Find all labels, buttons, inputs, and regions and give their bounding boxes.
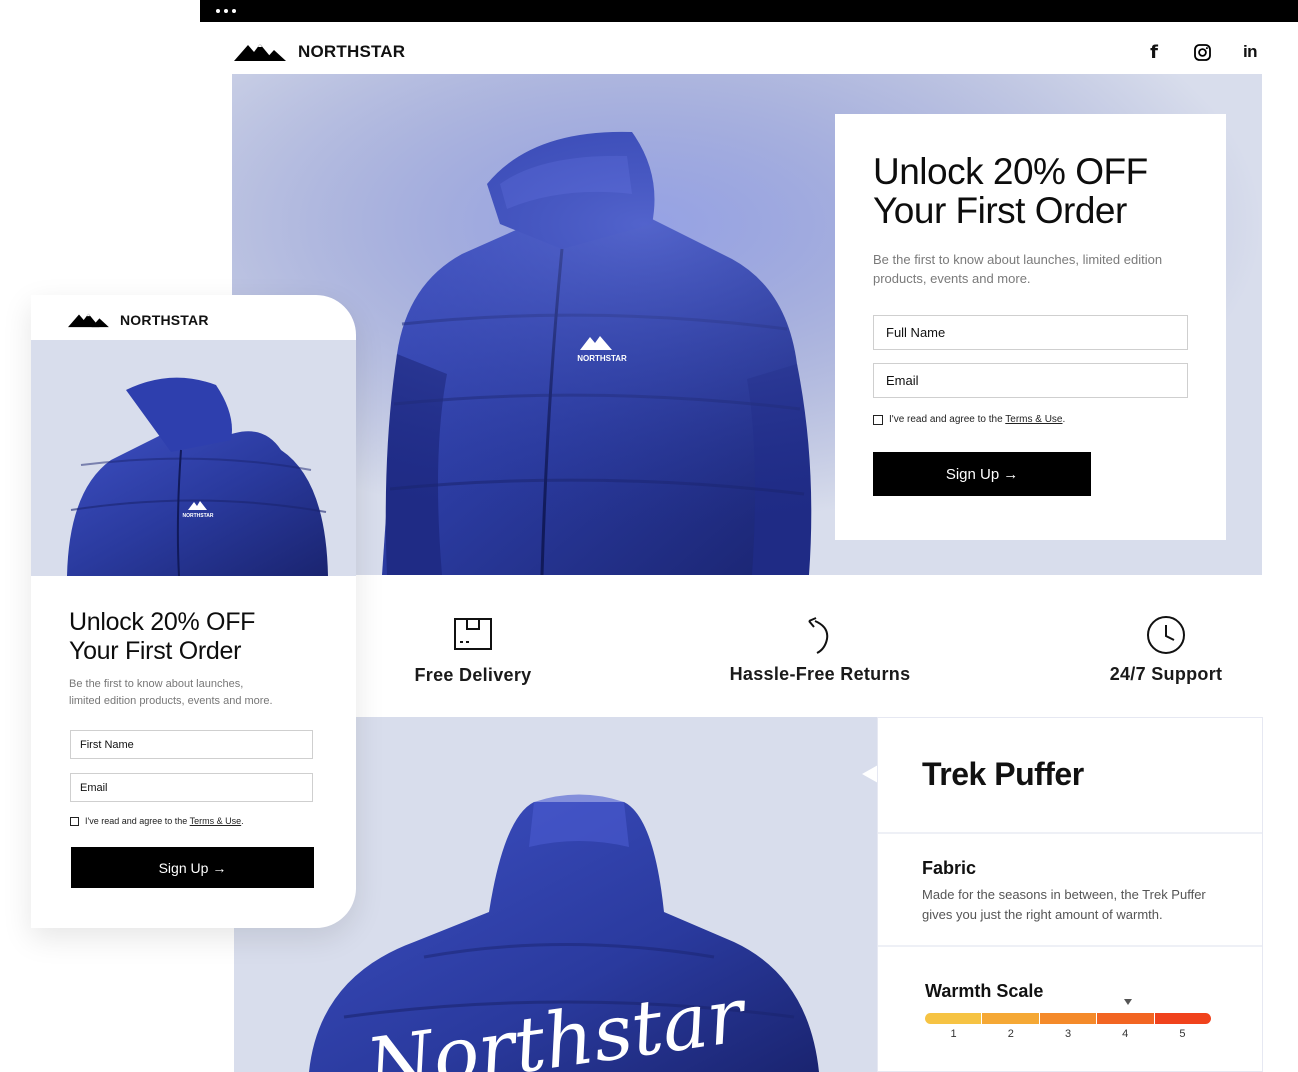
feature-free-delivery: Free Delivery bbox=[398, 617, 548, 686]
warmth-scale: Warmth Scale 1 2 3 4 5 bbox=[878, 947, 1262, 1040]
mobile-first-name-input[interactable]: First Name bbox=[70, 730, 313, 759]
mobile-logo[interactable]: NORTHSTAR bbox=[68, 312, 209, 328]
warmth-indicator-icon bbox=[1124, 999, 1132, 1005]
terms-checkbox[interactable] bbox=[873, 414, 883, 425]
mobile-subtext: Be the first to know about launches, lim… bbox=[69, 678, 273, 707]
feature-label: Free Delivery bbox=[414, 665, 532, 685]
linkedin-icon[interactable]: in bbox=[1240, 42, 1260, 62]
facebook-icon[interactable]: f bbox=[1144, 42, 1164, 63]
warmth-bar bbox=[925, 1013, 1211, 1024]
mobile-email-input[interactable]: Email bbox=[70, 773, 313, 802]
warmth-segment bbox=[1039, 1013, 1098, 1024]
terms-link[interactable]: Terms & Use bbox=[1005, 414, 1062, 425]
hero-subtext: Be the first to know about launches, lim… bbox=[873, 252, 1163, 286]
warmth-segment bbox=[982, 1013, 1040, 1024]
product-detail-panel: Trek Puffer Fabric Made for the seasons … bbox=[877, 717, 1263, 1072]
signup-card: Unlock 20% OFF Your First Order Be the f… bbox=[835, 114, 1226, 540]
sign-up-button[interactable]: Sign Up → bbox=[873, 452, 1091, 496]
warmth-tick-label: 1 bbox=[950, 1028, 957, 1040]
feature-label: 24/7 Support bbox=[1109, 664, 1223, 684]
chest-logo-text: NORTHSTAR bbox=[577, 354, 627, 363]
warmth-tick-label: 5 bbox=[1179, 1028, 1186, 1040]
warmth-tick-label: 4 bbox=[1122, 1028, 1129, 1040]
warmth-segment bbox=[1154, 1013, 1211, 1024]
clock-icon bbox=[1147, 616, 1185, 654]
browser-bar bbox=[200, 0, 1298, 22]
arrow-right-icon: → bbox=[212, 859, 227, 876]
mobile-terms-link[interactable]: Terms & Use bbox=[190, 816, 242, 826]
mobile-headline: Unlock 20% OFF Your First Order bbox=[69, 608, 256, 665]
mobile-terms-agreement: I've read and agree to the Terms & Use. bbox=[70, 816, 244, 826]
panel-pointer bbox=[862, 765, 878, 783]
warmth-ticks: 1 2 3 4 5 bbox=[925, 1028, 1211, 1040]
fabric-heading: Fabric bbox=[922, 858, 977, 878]
warmth-segment bbox=[925, 1013, 983, 1024]
fabric-description: Made for the seasons in between, the Tre… bbox=[922, 887, 1206, 922]
jacket-front-image: NORTHSTAR bbox=[67, 377, 328, 576]
package-icon bbox=[454, 618, 492, 650]
social-links: f in bbox=[1144, 42, 1260, 63]
mobile-terms-checkbox[interactable] bbox=[70, 816, 79, 826]
product-title: Trek Puffer bbox=[922, 756, 1084, 792]
mountain-logo-icon bbox=[68, 313, 109, 328]
hero-headline: Unlock 20% OFF Your First Order bbox=[873, 151, 1148, 231]
window-dots-icon[interactable] bbox=[216, 9, 236, 13]
warmth-segment bbox=[1097, 1013, 1155, 1024]
warmth-tick-label: 2 bbox=[1007, 1028, 1014, 1040]
instagram-icon[interactable] bbox=[1192, 42, 1212, 62]
brand-name: NORTHSTAR bbox=[298, 42, 406, 61]
brand-name: NORTHSTAR bbox=[120, 312, 209, 328]
mountain-logo-icon bbox=[234, 44, 286, 61]
warmth-tick-label: 3 bbox=[1064, 1028, 1072, 1040]
full-name-input[interactable]: Full Name bbox=[873, 315, 1188, 350]
mobile-preview: NORTHSTAR NORTHSTAR Unlock 20% OFF Your … bbox=[31, 295, 356, 928]
desktop-logo[interactable]: NORTHSTAR bbox=[234, 42, 405, 62]
chest-logo-text: NORTHSTAR bbox=[182, 513, 213, 519]
terms-agreement: I've read and agree to the Terms & Use. bbox=[873, 414, 1188, 425]
mobile-sign-up-button[interactable]: Sign Up → bbox=[71, 847, 314, 888]
feature-label: Hassle-Free Returns bbox=[729, 664, 911, 684]
arrow-right-icon: → bbox=[1003, 465, 1019, 483]
mobile-hero-image: NORTHSTAR bbox=[31, 340, 356, 576]
warmth-heading: Warmth Scale bbox=[925, 981, 1044, 1001]
feature-returns: Hassle-Free Returns bbox=[720, 617, 920, 685]
email-input[interactable]: Email bbox=[873, 363, 1188, 398]
return-arrow-icon bbox=[808, 617, 829, 654]
feature-support: 24/7 Support bbox=[1096, 615, 1236, 685]
